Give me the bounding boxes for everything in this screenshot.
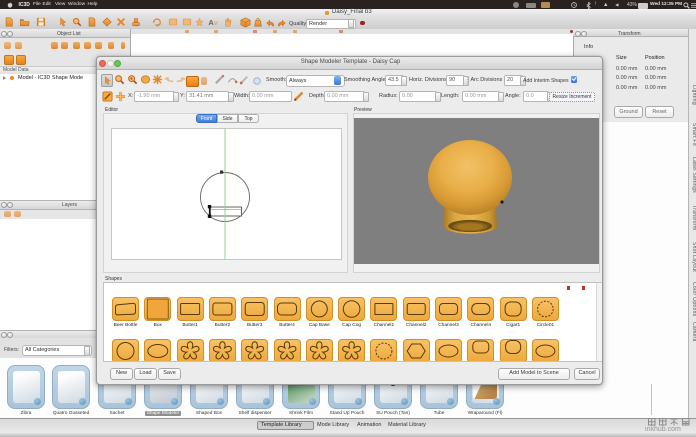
svg-text:+: +: [130, 76, 133, 82]
svg-text:V: V: [214, 21, 218, 27]
